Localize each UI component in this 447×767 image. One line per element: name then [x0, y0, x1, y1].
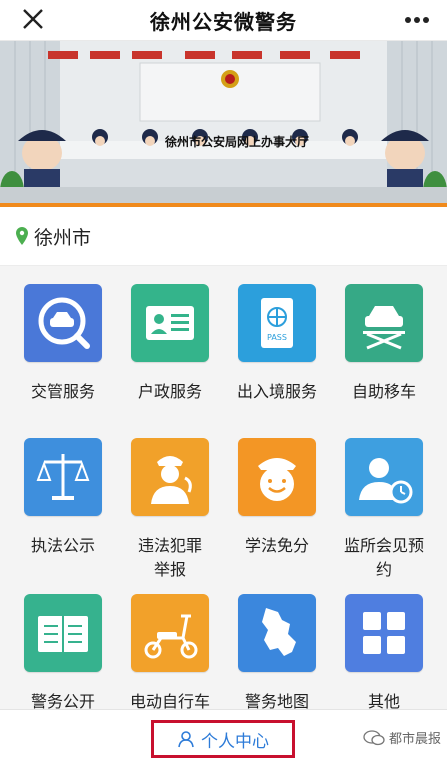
police-report-icon [131, 438, 209, 516]
service-label: 出入境服务 [236, 382, 317, 401]
service-label: 户政服务 [137, 382, 202, 401]
bottom-bar: 个人中心 都市晨报 [0, 709, 447, 767]
map-icon [238, 594, 316, 672]
close-icon[interactable] [20, 6, 46, 32]
service-label: 学法免分 [244, 536, 309, 555]
passport-icon: PASS [238, 284, 316, 362]
car-search-icon [24, 284, 102, 362]
service-label: 交管服务 [30, 382, 95, 401]
banner-caption: 徐州市公安局网上办事大厅 [164, 135, 309, 149]
open-book-icon [24, 594, 102, 672]
scooter-icon [131, 594, 209, 672]
car-lift-icon [345, 284, 423, 362]
watermark-text: 都市晨报 [388, 732, 441, 747]
service-label: 自助移车 [351, 382, 416, 401]
personal-center-label: 个人中心 [201, 731, 269, 752]
personal-center-button[interactable]: 个人中心 [151, 720, 295, 758]
wechat-icon [363, 729, 385, 745]
service-label: 监所会见预约 [343, 536, 424, 579]
location-pin-icon [16, 227, 28, 245]
page-title: 徐州公安微警务 [150, 9, 297, 34]
smiley-officer-icon [238, 438, 316, 516]
svg-text:PASS: PASS [267, 333, 287, 342]
visitor-clock-icon [345, 438, 423, 516]
service-label: 执法公示 [30, 536, 95, 555]
location-row[interactable]: 徐州市 [0, 207, 447, 266]
more-icon[interactable] [403, 8, 431, 32]
top-bar: 徐州公安微警务 [0, 0, 447, 41]
banner: 徐州市公安局网上办事大厅 [0, 41, 447, 206]
id-card-icon [131, 284, 209, 362]
city-label: 徐州市 [34, 226, 92, 249]
user-icon [178, 731, 194, 748]
service-label: 违法犯罪 举报 [137, 536, 202, 579]
services-grid: 交管服务 户政服务 PASS 出入境服务 自助移车 执法公示 违法犯罪 举报 学… [0, 266, 447, 711]
banner-illustration [0, 41, 447, 206]
watermark: 都市晨报 [363, 728, 441, 747]
grid-apps-icon [345, 594, 423, 672]
scales-icon [24, 438, 102, 516]
